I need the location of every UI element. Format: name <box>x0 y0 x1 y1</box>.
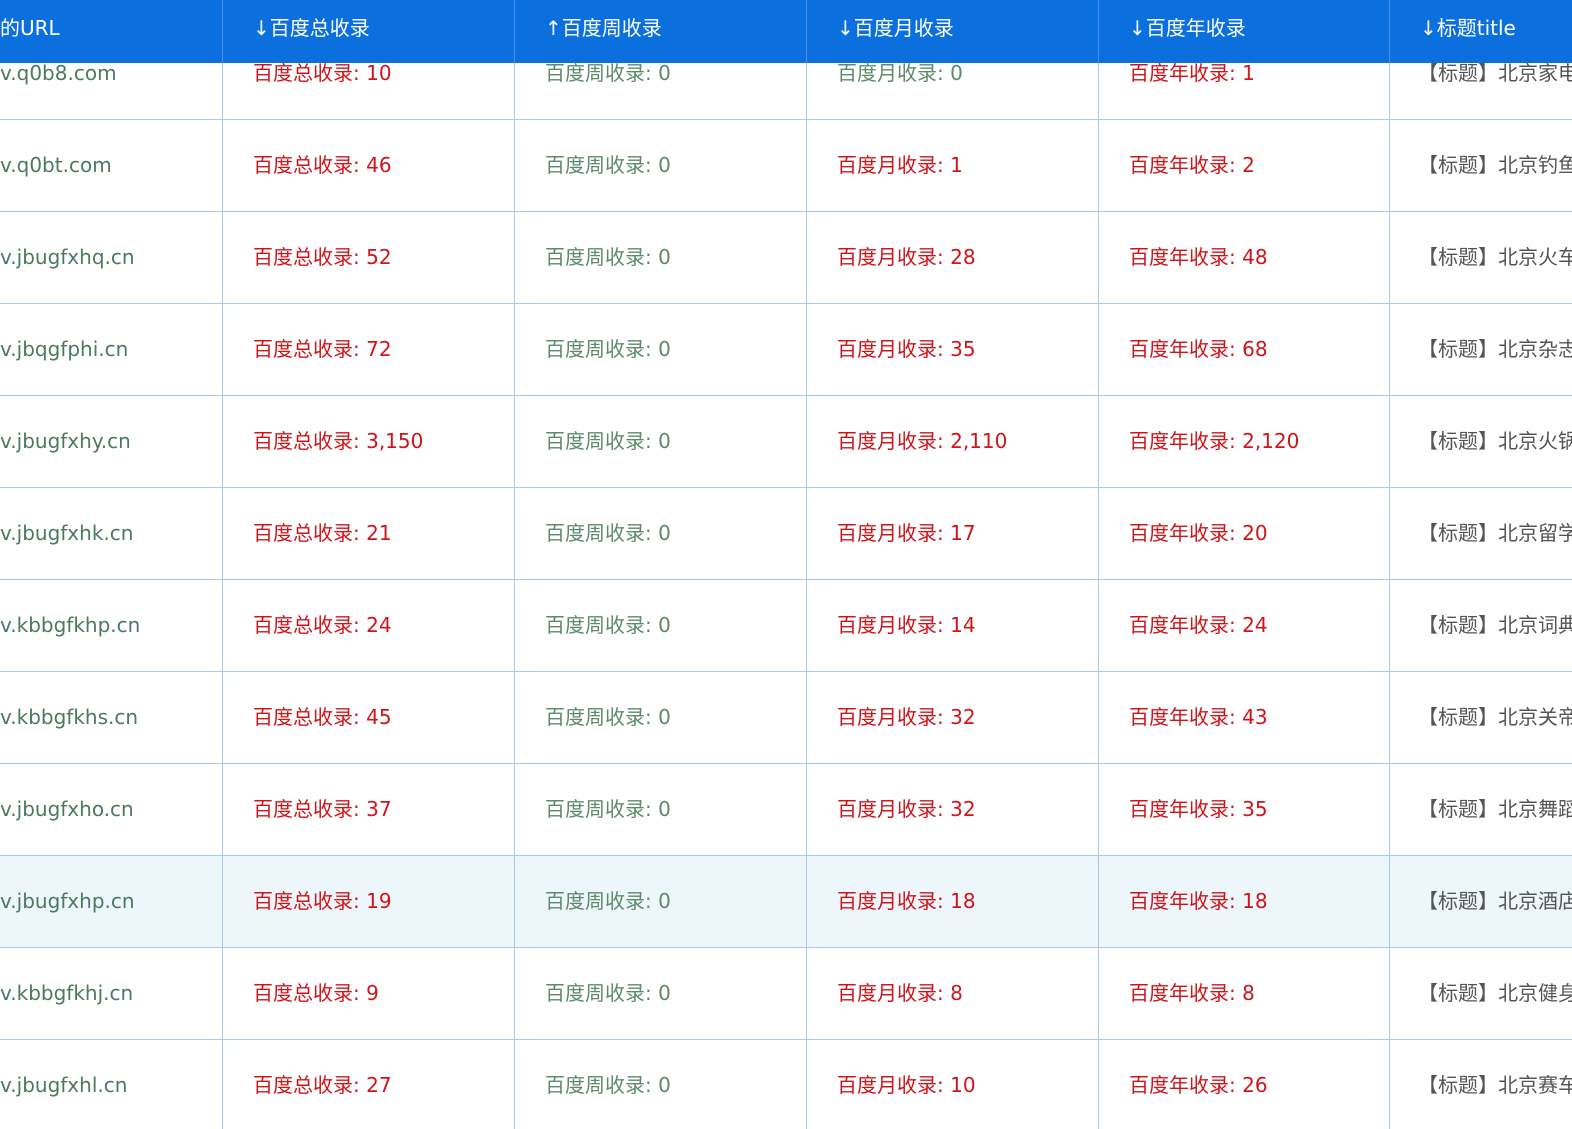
column-header-label: 的URL <box>0 16 60 40</box>
title-cell: 【标题】北京词典 <box>1418 613 1572 637</box>
url-cell[interactable]: v.jbqgfphi.cn <box>0 304 223 395</box>
month-index-cell: 百度月收录: 2,110 <box>807 396 1099 487</box>
url-cell[interactable]: v.jbugfxhk.cn <box>0 488 223 579</box>
sort-desc-arrow-icon: ↓ <box>837 16 854 40</box>
year-index-cell: 百度年收录: 18 <box>1099 856 1390 947</box>
column-header-label: 百度总收录 <box>269 16 370 40</box>
url-cell[interactable]: v.jbugfxhy.cn <box>0 396 223 487</box>
table-row[interactable]: v.jbugfxhk.cn 百度总收录: 21 百度周收录: 0 百度月收录: 17 百… <box>0 488 1572 580</box>
year-index-cell: 百度年收录: 24 <box>1099 580 1390 671</box>
year-index-cell: 百度年收录: 43 <box>1099 672 1390 763</box>
month-index-cell: 百度月收录: 14 <box>807 580 1099 671</box>
year-index-cell: 百度年收录: 20 <box>1099 488 1390 579</box>
title-cell: 【标题】北京杂志 <box>1418 337 1572 361</box>
week-index-cell: 百度周收录: 0 <box>515 672 807 763</box>
month-index-cell: 百度月收录: 17 <box>807 488 1099 579</box>
total-index-cell: 百度总收录: 3,150 <box>223 396 515 487</box>
sort-desc-arrow-icon: ↓ <box>1420 16 1437 40</box>
week-index-cell: 百度周收录: 0 <box>515 304 807 395</box>
column-header-label: 标题title <box>1436 16 1516 40</box>
year-index-cell: 百度年收录: 68 <box>1099 304 1390 395</box>
table-row[interactable]: v.jbugfxhl.cn 百度总收录: 27 百度周收录: 0 百度月收录: 10 百… <box>0 1040 1572 1129</box>
title-cell: 【标题】北京赛车 <box>1418 1073 1572 1097</box>
year-index-cell: 百度年收录: 2,120 <box>1099 396 1390 487</box>
column-header-year-index[interactable]: ↓百度年收录 <box>1099 0 1390 63</box>
url-cell[interactable]: v.kbbgfkhj.cn <box>0 948 223 1039</box>
total-index-cell: 百度总收录: 46 <box>223 120 515 211</box>
year-index-cell: 百度年收录: 2 <box>1099 120 1390 211</box>
url-cell[interactable]: v.kbbgfkhs.cn <box>0 672 223 763</box>
column-header-label: 百度月收录 <box>853 16 954 40</box>
total-index-cell: 百度总收录: 24 <box>223 580 515 671</box>
title-cell: 【标题】北京留学 <box>1418 521 1572 545</box>
column-header-label: 百度周收录 <box>561 16 662 40</box>
week-index-cell: 百度周收录: 0 <box>515 580 807 671</box>
title-cell: 【标题】北京健身 <box>1418 981 1572 1005</box>
week-index-cell: 百度周收录: 0 <box>515 396 807 487</box>
title-cell: 【标题】北京火锅 <box>1418 429 1572 453</box>
url-cell[interactable]: v.jbugfxhq.cn <box>0 212 223 303</box>
total-index-cell: 百度总收录: 37 <box>223 764 515 855</box>
week-index-cell: 百度周收录: 0 <box>515 764 807 855</box>
total-index-cell: 百度总收录: 72 <box>223 304 515 395</box>
title-cell: 【标题】北京关帝 <box>1418 705 1572 729</box>
total-index-cell: 百度总收录: 45 <box>223 672 515 763</box>
month-index-cell: 百度月收录: 1 <box>807 120 1099 211</box>
url-cell[interactable]: v.q0bt.com <box>0 120 223 211</box>
total-index-cell: 百度总收录: 27 <box>223 1040 515 1129</box>
table-row[interactable]: v.jbugfxhp.cn 百度总收录: 19 百度周收录: 0 百度月收录: 18 百… <box>0 856 1572 948</box>
column-header-week-index[interactable]: ↑百度周收录 <box>515 0 807 63</box>
table-body: v.q0b8.com 百度总收录: 10 百度周收录: 0 百度月收录: 0 百度年收录… <box>0 28 1572 1129</box>
table-row[interactable]: v.q0bt.com 百度总收录: 46 百度周收录: 0 百度月收录: 1 百度年收录… <box>0 120 1572 212</box>
year-index-cell: 百度年收录: 26 <box>1099 1040 1390 1129</box>
month-index-cell: 百度月收录: 18 <box>807 856 1099 947</box>
year-index-cell: 百度年收录: 48 <box>1099 212 1390 303</box>
month-index-cell: 百度月收录: 28 <box>807 212 1099 303</box>
column-header-url[interactable]: 的URL <box>0 0 223 63</box>
table-row[interactable]: v.jbugfxhq.cn 百度总收录: 52 百度周收录: 0 百度月收录: 28 百… <box>0 212 1572 304</box>
month-index-cell: 百度月收录: 35 <box>807 304 1099 395</box>
total-index-cell: 百度总收录: 19 <box>223 856 515 947</box>
week-index-cell: 百度周收录: 0 <box>515 120 807 211</box>
url-cell[interactable]: v.kbbgfkhp.cn <box>0 580 223 671</box>
sort-desc-arrow-icon: ↓ <box>253 16 270 40</box>
month-index-cell: 百度月收录: 32 <box>807 764 1099 855</box>
column-header-label: 百度年收录 <box>1145 16 1246 40</box>
column-header-month-index[interactable]: ↓百度月收录 <box>807 0 1099 63</box>
table-header: 的URL ↓百度总收录 ↑百度周收录 ↓百度月收录 ↓百度年收录 ↓标题titl… <box>0 0 1572 63</box>
total-index-cell: 百度总收录: 52 <box>223 212 515 303</box>
table-row[interactable]: v.jbugfxhy.cn 百度总收录: 3,150 百度周收录: 0 百度月收录: … <box>0 396 1572 488</box>
table-row[interactable]: v.kbbgfkhs.cn 百度总收录: 45 百度周收录: 0 百度月收录: 32 百… <box>0 672 1572 764</box>
week-index-cell: 百度周收录: 0 <box>515 856 807 947</box>
url-cell[interactable]: v.jbugfxho.cn <box>0 764 223 855</box>
results-table-viewport: 的URL ↓百度总收录 ↑百度周收录 ↓百度月收录 ↓百度年收录 ↓标题titl… <box>0 0 1572 1129</box>
total-index-cell: 百度总收录: 21 <box>223 488 515 579</box>
month-index-cell: 百度月收录: 10 <box>807 1040 1099 1129</box>
table-row[interactable]: v.kbbgfkhp.cn 百度总收录: 24 百度周收录: 0 百度月收录: 14 百… <box>0 580 1572 672</box>
url-cell[interactable]: v.jbugfxhp.cn <box>0 856 223 947</box>
title-cell: 【标题】北京舞蹈 <box>1418 797 1572 821</box>
table-row[interactable]: v.jbqgfphi.cn 百度总收录: 72 百度周收录: 0 百度月收录: 35 百… <box>0 304 1572 396</box>
week-index-cell: 百度周收录: 0 <box>515 948 807 1039</box>
title-cell: 【标题】北京酒店 <box>1418 889 1572 913</box>
table-row[interactable]: v.kbbgfkhj.cn 百度总收录: 9 百度周收录: 0 百度月收录: 8 百度年… <box>0 948 1572 1040</box>
total-index-cell: 百度总收录: 9 <box>223 948 515 1039</box>
year-index-cell: 百度年收录: 8 <box>1099 948 1390 1039</box>
week-index-cell: 百度周收录: 0 <box>515 1040 807 1129</box>
column-header-total-index[interactable]: ↓百度总收录 <box>223 0 515 63</box>
year-index-cell: 百度年收录: 35 <box>1099 764 1390 855</box>
sort-desc-arrow-icon: ↓ <box>1129 16 1146 40</box>
month-index-cell: 百度月收录: 32 <box>807 672 1099 763</box>
url-cell[interactable]: v.jbugfxhl.cn <box>0 1040 223 1129</box>
week-index-cell: 百度周收录: 0 <box>515 212 807 303</box>
sort-asc-arrow-icon: ↑ <box>545 16 562 40</box>
table-row[interactable]: v.jbugfxho.cn 百度总收录: 37 百度周收录: 0 百度月收录: 32 百… <box>0 764 1572 856</box>
title-cell: 【标题】北京火车 <box>1418 245 1572 269</box>
column-header-title[interactable]: ↓标题title <box>1390 0 1572 63</box>
month-index-cell: 百度月收录: 8 <box>807 948 1099 1039</box>
week-index-cell: 百度周收录: 0 <box>515 488 807 579</box>
title-cell: 【标题】北京钓鱼 <box>1418 153 1572 177</box>
